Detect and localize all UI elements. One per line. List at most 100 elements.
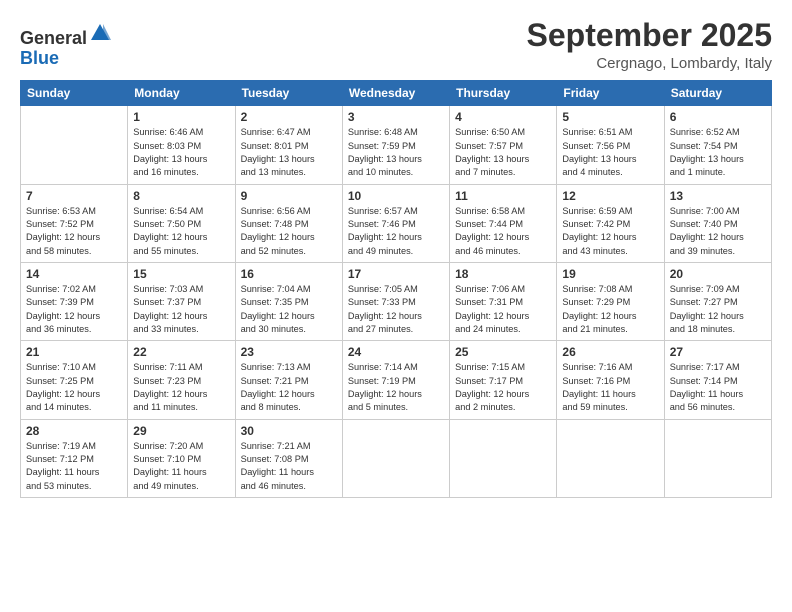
calendar-cell: 4 Sunrise: 6:50 AM Sunset: 7:57 PM Daylig… xyxy=(450,106,557,184)
calendar-cell: 29 Sunrise: 7:20 AM Sunset: 7:10 PM Dayli… xyxy=(128,419,235,497)
day-number: 2 xyxy=(241,110,337,124)
day-info: Sunrise: 7:08 AM Sunset: 7:29 PM Dayligh… xyxy=(562,283,658,336)
day-number: 15 xyxy=(133,267,229,281)
day-info: Sunrise: 7:15 AM Sunset: 7:17 PM Dayligh… xyxy=(455,361,551,414)
day-number: 13 xyxy=(670,189,766,203)
day-info: Sunrise: 7:09 AM Sunset: 7:27 PM Dayligh… xyxy=(670,283,766,336)
day-info: Sunrise: 7:11 AM Sunset: 7:23 PM Dayligh… xyxy=(133,361,229,414)
day-number: 19 xyxy=(562,267,658,281)
page: General Blue September 2025 Cergnago, Lo… xyxy=(0,0,792,612)
calendar-cell: 14 Sunrise: 7:02 AM Sunset: 7:39 PM Dayli… xyxy=(21,262,128,340)
day-number: 1 xyxy=(133,110,229,124)
week-row-3: 14 Sunrise: 7:02 AM Sunset: 7:39 PM Dayli… xyxy=(21,262,772,340)
calendar-cell: 18 Sunrise: 7:06 AM Sunset: 7:31 PM Dayli… xyxy=(450,262,557,340)
day-info: Sunrise: 7:03 AM Sunset: 7:37 PM Dayligh… xyxy=(133,283,229,336)
calendar-cell: 10 Sunrise: 6:57 AM Sunset: 7:46 PM Dayli… xyxy=(342,184,449,262)
calendar-cell: 7 Sunrise: 6:53 AM Sunset: 7:52 PM Daylig… xyxy=(21,184,128,262)
day-header-saturday: Saturday xyxy=(664,81,771,106)
day-info: Sunrise: 6:59 AM Sunset: 7:42 PM Dayligh… xyxy=(562,205,658,258)
day-info: Sunrise: 6:48 AM Sunset: 7:59 PM Dayligh… xyxy=(348,126,444,179)
logo-blue-text: Blue xyxy=(20,48,59,68)
day-number: 17 xyxy=(348,267,444,281)
calendar-cell: 16 Sunrise: 7:04 AM Sunset: 7:35 PM Dayli… xyxy=(235,262,342,340)
calendar-cell xyxy=(21,106,128,184)
day-number: 20 xyxy=(670,267,766,281)
day-number: 4 xyxy=(455,110,551,124)
day-number: 16 xyxy=(241,267,337,281)
calendar-cell: 11Sunrise: 6:58 AM Sunset: 7:44 PM Dayli… xyxy=(450,184,557,262)
day-info: Sunrise: 6:52 AM Sunset: 7:54 PM Dayligh… xyxy=(670,126,766,179)
day-number: 24 xyxy=(348,345,444,359)
day-number: 27 xyxy=(670,345,766,359)
day-number: 21 xyxy=(26,345,122,359)
day-number: 7 xyxy=(26,189,122,203)
day-number: 9 xyxy=(241,189,337,203)
day-info: Sunrise: 6:46 AM Sunset: 8:03 PM Dayligh… xyxy=(133,126,229,179)
calendar-cell: 9 Sunrise: 6:56 AM Sunset: 7:48 PM Daylig… xyxy=(235,184,342,262)
calendar-cell xyxy=(557,419,664,497)
logo-general-text: General xyxy=(20,28,87,48)
day-info: Sunrise: 7:20 AM Sunset: 7:10 PM Dayligh… xyxy=(133,440,229,493)
week-row-2: 7 Sunrise: 6:53 AM Sunset: 7:52 PM Daylig… xyxy=(21,184,772,262)
calendar-cell: 19 Sunrise: 7:08 AM Sunset: 7:29 PM Dayli… xyxy=(557,262,664,340)
day-info: Sunrise: 6:58 AM Sunset: 7:44 PM Dayligh… xyxy=(455,205,551,258)
location-title: Cergnago, Lombardy, Italy xyxy=(527,55,772,72)
logo: General Blue xyxy=(20,22,111,69)
day-number: 5 xyxy=(562,110,658,124)
calendar-cell: 6Sunrise: 6:52 AM Sunset: 7:54 PM Daylig… xyxy=(664,106,771,184)
calendar-cell: 30Sunrise: 7:21 AM Sunset: 7:08 PM Dayli… xyxy=(235,419,342,497)
calendar-cell: 8 Sunrise: 6:54 AM Sunset: 7:50 PM Daylig… xyxy=(128,184,235,262)
calendar-table: SundayMondayTuesdayWednesdayThursdayFrid… xyxy=(20,80,772,498)
day-info: Sunrise: 7:13 AM Sunset: 7:21 PM Dayligh… xyxy=(241,361,337,414)
day-info: Sunrise: 7:21 AM Sunset: 7:08 PM Dayligh… xyxy=(241,440,337,493)
day-info: Sunrise: 7:17 AM Sunset: 7:14 PM Dayligh… xyxy=(670,361,766,414)
day-number: 25 xyxy=(455,345,551,359)
title-block: September 2025 Cergnago, Lombardy, Italy xyxy=(527,18,772,72)
calendar-header-row: SundayMondayTuesdayWednesdayThursdayFrid… xyxy=(21,81,772,106)
month-title: September 2025 xyxy=(527,18,772,53)
calendar-cell: 3Sunrise: 6:48 AM Sunset: 7:59 PM Daylig… xyxy=(342,106,449,184)
day-number: 29 xyxy=(133,424,229,438)
week-row-1: 1 Sunrise: 6:46 AM Sunset: 8:03 PM Daylig… xyxy=(21,106,772,184)
day-info: Sunrise: 6:56 AM Sunset: 7:48 PM Dayligh… xyxy=(241,205,337,258)
day-info: Sunrise: 6:54 AM Sunset: 7:50 PM Dayligh… xyxy=(133,205,229,258)
day-info: Sunrise: 6:53 AM Sunset: 7:52 PM Dayligh… xyxy=(26,205,122,258)
week-row-5: 28Sunrise: 7:19 AM Sunset: 7:12 PM Dayli… xyxy=(21,419,772,497)
header: General Blue September 2025 Cergnago, Lo… xyxy=(20,18,772,72)
calendar-cell: 27 Sunrise: 7:17 AM Sunset: 7:14 PM Dayli… xyxy=(664,341,771,419)
day-header-wednesday: Wednesday xyxy=(342,81,449,106)
day-info: Sunrise: 6:57 AM Sunset: 7:46 PM Dayligh… xyxy=(348,205,444,258)
logo-icon xyxy=(89,22,111,44)
day-info: Sunrise: 6:50 AM Sunset: 7:57 PM Dayligh… xyxy=(455,126,551,179)
calendar-cell: 5Sunrise: 6:51 AM Sunset: 7:56 PM Daylig… xyxy=(557,106,664,184)
day-header-sunday: Sunday xyxy=(21,81,128,106)
calendar-cell: 26Sunrise: 7:16 AM Sunset: 7:16 PM Dayli… xyxy=(557,341,664,419)
day-info: Sunrise: 7:02 AM Sunset: 7:39 PM Dayligh… xyxy=(26,283,122,336)
day-info: Sunrise: 6:47 AM Sunset: 8:01 PM Dayligh… xyxy=(241,126,337,179)
day-header-monday: Monday xyxy=(128,81,235,106)
calendar-cell: 24 Sunrise: 7:14 AM Sunset: 7:19 PM Dayli… xyxy=(342,341,449,419)
day-info: Sunrise: 7:04 AM Sunset: 7:35 PM Dayligh… xyxy=(241,283,337,336)
week-row-4: 21 Sunrise: 7:10 AM Sunset: 7:25 PM Dayli… xyxy=(21,341,772,419)
calendar-cell: 21 Sunrise: 7:10 AM Sunset: 7:25 PM Dayli… xyxy=(21,341,128,419)
calendar-cell: 23Sunrise: 7:13 AM Sunset: 7:21 PM Dayli… xyxy=(235,341,342,419)
day-number: 22 xyxy=(133,345,229,359)
day-number: 10 xyxy=(348,189,444,203)
day-number: 28 xyxy=(26,424,122,438)
day-info: Sunrise: 7:10 AM Sunset: 7:25 PM Dayligh… xyxy=(26,361,122,414)
calendar-cell xyxy=(342,419,449,497)
calendar-cell: 28Sunrise: 7:19 AM Sunset: 7:12 PM Dayli… xyxy=(21,419,128,497)
calendar-cell: 13 Sunrise: 7:00 AM Sunset: 7:40 PM Dayli… xyxy=(664,184,771,262)
calendar-cell: 20 Sunrise: 7:09 AM Sunset: 7:27 PM Dayli… xyxy=(664,262,771,340)
calendar-cell xyxy=(450,419,557,497)
calendar-cell: 17Sunrise: 7:05 AM Sunset: 7:33 PM Dayli… xyxy=(342,262,449,340)
day-number: 8 xyxy=(133,189,229,203)
day-info: Sunrise: 7:14 AM Sunset: 7:19 PM Dayligh… xyxy=(348,361,444,414)
calendar-cell: 25 Sunrise: 7:15 AM Sunset: 7:17 PM Dayli… xyxy=(450,341,557,419)
day-info: Sunrise: 7:06 AM Sunset: 7:31 PM Dayligh… xyxy=(455,283,551,336)
calendar-cell: 1 Sunrise: 6:46 AM Sunset: 8:03 PM Daylig… xyxy=(128,106,235,184)
day-number: 14 xyxy=(26,267,122,281)
calendar-cell: 12Sunrise: 6:59 AM Sunset: 7:42 PM Dayli… xyxy=(557,184,664,262)
day-number: 18 xyxy=(455,267,551,281)
day-info: Sunrise: 7:00 AM Sunset: 7:40 PM Dayligh… xyxy=(670,205,766,258)
